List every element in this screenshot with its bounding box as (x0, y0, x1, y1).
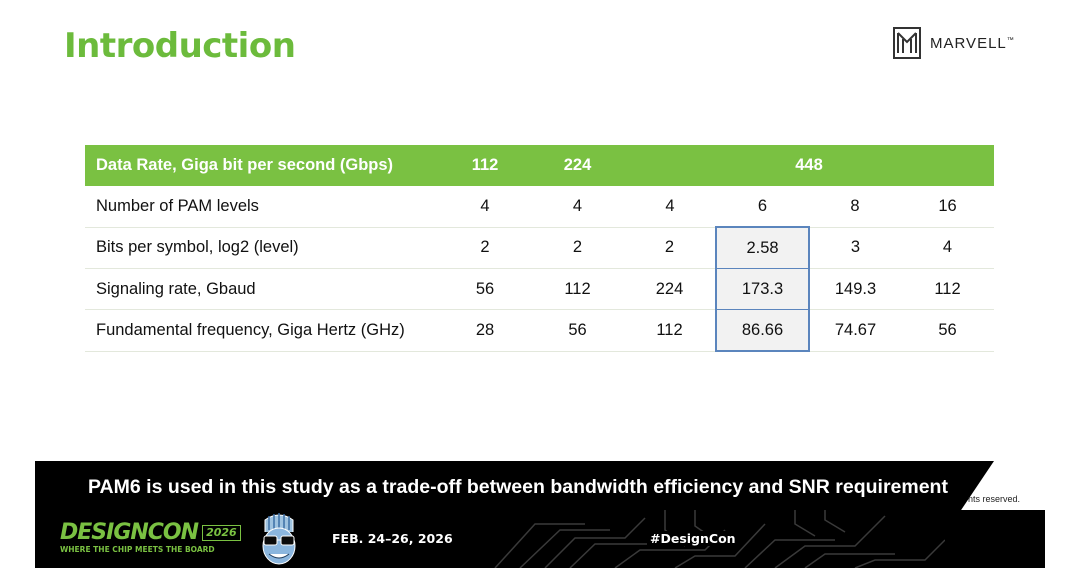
highlighted-cell: 86.66 (715, 309, 810, 352)
cell: 4 (531, 186, 624, 228)
marvell-logo: MARVELL™ (890, 24, 1015, 62)
cell: 56 (901, 309, 995, 352)
row-label: Fundamental frequency, Giga Hertz (GHz) (85, 309, 439, 352)
cell: 2 (624, 227, 716, 269)
cell: 16 (901, 186, 995, 228)
row-label: Number of PAM levels (85, 186, 439, 228)
cell: 112 (624, 309, 716, 352)
table-row: Bits per symbol, log2 (level) 2 2 2 2.58… (85, 226, 995, 269)
highlighted-cell: 2.58 (715, 226, 810, 269)
cell: 4 (901, 227, 995, 269)
header-rate-448: 448 (624, 145, 995, 186)
copyright-footnote: nts reserved. (968, 494, 1021, 504)
event-footer: DESIGNCON 2026 WHERE THE CHIP MEETS THE B… (35, 510, 1045, 568)
table-header-row: Data Rate, Giga bit per second (Gbps) 11… (85, 145, 995, 186)
event-dates: FEB. 24–26, 2026 (332, 531, 453, 546)
marvell-logo-icon (893, 27, 921, 59)
cell: 2 (439, 227, 531, 269)
row-label: Bits per symbol, log2 (level) (85, 227, 439, 269)
table-row: Signaling rate, Gbaud 56 112 224 173.3 1… (85, 268, 995, 310)
mascot-face-icon (262, 513, 296, 565)
cell: 56 (439, 268, 531, 310)
designcon-logo: DESIGNCON 2026 WHERE THE CHIP MEETS THE B… (60, 522, 241, 554)
header-rate-112: 112 (439, 145, 531, 186)
cell: 56 (531, 309, 624, 352)
designcon-name: DESIGNCON (60, 520, 199, 545)
cell: 3 (809, 227, 901, 269)
header-rate-224: 224 (531, 145, 624, 186)
row-label: Signaling rate, Gbaud (85, 268, 439, 310)
header-data-rate-label: Data Rate, Giga bit per second (Gbps) (85, 145, 439, 186)
highlighted-cell: 173.3 (715, 268, 810, 310)
cell: 8 (809, 186, 901, 228)
cell: 2 (531, 227, 624, 269)
page-title: Introduction (64, 26, 296, 66)
cell: 4 (439, 186, 531, 228)
cell: 112 (901, 268, 995, 310)
takeaway-text: PAM6 is used in this study as a trade-of… (88, 476, 948, 498)
cell: 112 (531, 268, 624, 310)
table-row: Number of PAM levels 4 4 4 6 8 16 (85, 186, 995, 228)
cell: 4 (624, 186, 716, 228)
cell: 74.67 (809, 309, 901, 352)
designcon-year: 2026 (202, 525, 241, 541)
designcon-tagline: WHERE THE CHIP MEETS THE BOARD (60, 545, 215, 554)
cell: 28 (439, 309, 531, 352)
cell: 224 (624, 268, 716, 310)
cell: 6 (716, 186, 809, 228)
cell: 149.3 (809, 268, 901, 310)
event-hashtag: #DesignCon (647, 531, 739, 546)
pam-comparison-table: Data Rate, Giga bit per second (Gbps) 11… (85, 145, 995, 352)
marvell-wordmark: MARVELL™ (930, 34, 1015, 52)
table-row: Fundamental frequency, Giga Hertz (GHz) … (85, 309, 995, 352)
